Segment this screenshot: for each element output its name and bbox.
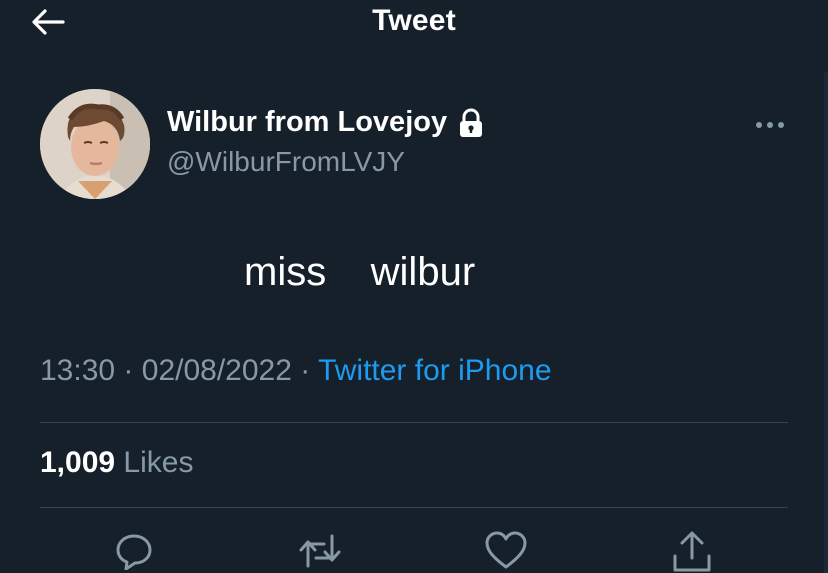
display-name-text: Wilbur from Lovejoy [167, 106, 448, 138]
avatar-image [40, 89, 150, 199]
like-button[interactable] [482, 530, 530, 573]
avatar[interactable] [40, 89, 150, 199]
likes-count-link[interactable]: 1,009 Likes [40, 446, 193, 480]
divider [40, 507, 788, 508]
more-horizontal-icon [756, 122, 784, 128]
like-icon [485, 531, 527, 569]
divider [40, 422, 788, 423]
tweet-source-link[interactable]: Twitter for iPhone [318, 354, 551, 387]
tweet-date: 02/08/2022 [141, 354, 292, 387]
share-button[interactable] [668, 530, 716, 573]
lock-icon [457, 108, 485, 138]
retweet-button[interactable] [296, 530, 344, 573]
more-options-button[interactable] [748, 110, 792, 140]
meta-separator: · [300, 354, 311, 387]
author-display-name[interactable]: Wilbur from Lovejoy [167, 106, 485, 139]
author-handle[interactable]: @WilburFromLVJY [167, 146, 405, 178]
page-title: Tweet [372, 4, 456, 37]
likes-label: Likes [123, 446, 194, 479]
reply-icon [116, 534, 152, 570]
meta-separator: · [123, 354, 134, 387]
tweet-time: 13:30 [40, 354, 116, 387]
tweet-text: miss wilbur [244, 250, 476, 294]
reply-button[interactable] [110, 530, 158, 573]
share-icon [673, 531, 711, 572]
likes-count: 1,009 [40, 446, 116, 479]
retweet-icon [299, 534, 341, 568]
top-bar: Tweet [0, 0, 828, 48]
tweet-meta: 13:30 · 02/08/2022 · Twitter for iPhone [40, 354, 552, 388]
scrollbar[interactable] [824, 72, 828, 573]
